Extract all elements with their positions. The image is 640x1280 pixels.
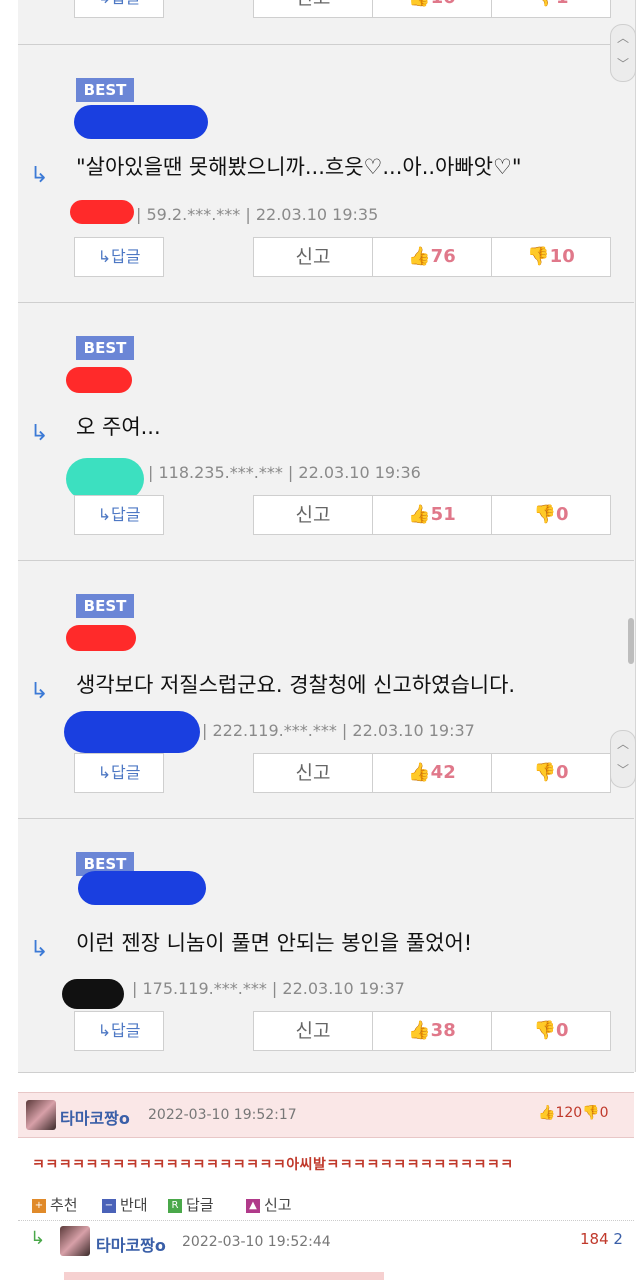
redacted-author (62, 979, 124, 1009)
reply-button[interactable]: R 답글 (168, 1194, 214, 1215)
second-comment-section: 타마코짱o 2022-03-10 19:52:17 👍120👎0 ㅋㅋㅋㅋㅋㅋㅋ… (18, 1092, 634, 1280)
oppose-button[interactable]: − 반대 (102, 1194, 148, 1215)
comment-item: BEST ↳ 생각보다 저질스럽군요. 경찰청에 신고하였습니다. | 222.… (18, 561, 634, 819)
redacted-username (74, 105, 208, 139)
redacted-author (64, 711, 200, 753)
redacted-author (70, 200, 134, 224)
scroll-up-down-button[interactable]: ︿ ﹀ (610, 730, 636, 788)
comment-text: 이런 젠장 니놈이 풀면 안되는 봉인을 풀었어! (76, 931, 473, 955)
plus-icon: + (32, 1198, 46, 1213)
redacted-username (66, 625, 136, 651)
best-badge: BEST (76, 594, 134, 618)
comment-date: 2022-03-10 19:52:44 (182, 1234, 331, 1250)
scrollbar-thumb[interactable] (628, 618, 634, 664)
best-badge: BEST (76, 336, 134, 360)
warning-icon: ▲ (246, 1198, 260, 1213)
upvote-button[interactable]: 👍42 (372, 753, 492, 793)
upvote-button[interactable]: 👍38 (372, 1011, 492, 1051)
report-button[interactable]: 신고 (253, 1011, 373, 1051)
redacted-username (78, 871, 206, 905)
comment-item: BEST ↳ 이런 젠장 니놈이 풀면 안되는 봉인을 풀었어! | 175.1… (18, 819, 634, 1073)
username[interactable]: 타마코짱o (96, 1232, 166, 1256)
scroll-up-down-button[interactable]: ︿ ﹀ (610, 24, 636, 82)
redacted-username (66, 367, 132, 393)
comment-meta: | 59.2.***.*** | 22.03.10 19:35 (136, 205, 379, 224)
thumbs-up-icon: 👍 (408, 0, 430, 8)
thumbs-up-icon: 👍 (538, 1105, 556, 1121)
comment-text: "살아있을땐 못해봤으니까...흐읏♡...아..아빠앗♡" (76, 155, 522, 179)
redacted-author (66, 458, 144, 500)
thumbs-up-icon: 👍 (408, 246, 431, 267)
downvote-button[interactable]: 👎0 (491, 753, 611, 793)
thumbs-down-icon: 👎 (533, 1020, 556, 1041)
comment-date: 2022-03-10 19:52:17 (148, 1107, 297, 1123)
comment-text: ㅋㅋㅋㅋㅋㅋㅋㅋㅋㅋㅋㅋㅋㅋㅋㅋㅋㅋㅋ아씨발ㅋㅋㅋㅋㅋㅋㅋㅋㅋㅋㅋㅋㅋㅋ (32, 1157, 514, 1173)
best-badge: BEST (76, 78, 134, 102)
comment-item: BEST ↳ 오 주여... | 118.235.***.*** | 22.03… (18, 303, 634, 561)
recommend-button[interactable]: + 추천 (32, 1194, 78, 1215)
reply-button[interactable]: ↳답글 (74, 237, 164, 277)
thumbs-up-icon: 👍 (408, 762, 431, 783)
thumbs-down-icon: 👎 (527, 246, 550, 267)
thumbs-down-icon: 👎 (582, 1105, 600, 1121)
reply-icon: R (168, 1198, 182, 1213)
comment-header: 타마코짱o 2022-03-10 19:52:17 👍120👎0 (18, 1092, 634, 1138)
avatar (26, 1100, 56, 1130)
username[interactable]: 타마코짱o (60, 1105, 130, 1129)
reply-button[interactable]: ↳답글 (74, 1011, 164, 1051)
report-button[interactable]: 신고 (253, 237, 373, 277)
reply-arrow-icon: ↳ (30, 937, 49, 962)
comment-text: 오 주여... (76, 415, 161, 439)
avatar (60, 1226, 90, 1256)
downvote-button[interactable]: 👎0 (491, 1011, 611, 1051)
comment-item: BEST ↳ "살아있을땐 못해봤으니까...흐읏♡...아..아빠앗♡" | … (18, 45, 634, 303)
partial-comment-actions: ↳답글 신고 👍10 👎1 (18, 0, 634, 45)
vote-count: 👍120👎0 (538, 1105, 609, 1121)
thumbs-down-icon: 👎 (533, 762, 556, 783)
reply-arrow-icon: ↳ (30, 679, 49, 704)
downvote-button[interactable]: 👎1 (491, 0, 611, 18)
downvote-button[interactable]: 👎0 (491, 495, 611, 535)
thumbs-down-icon: 👎 (533, 504, 556, 525)
vote-count: 184 2 (580, 1230, 623, 1248)
report-button[interactable]: ▲ 신고 (246, 1194, 292, 1215)
divider (18, 1220, 634, 1221)
comment-text: 생각보다 저질스럽군요. 경찰청에 신고하였습니다. (76, 673, 516, 697)
reply-arrow-icon: ↳ (30, 421, 49, 446)
upvote-button[interactable]: 👍10 (372, 0, 492, 18)
reply-button[interactable]: ↳답글 (74, 495, 164, 535)
thumbs-up-icon: 👍 (408, 504, 431, 525)
reply-indent-icon: ↳ (30, 1228, 46, 1249)
report-button[interactable]: 신고 (253, 753, 373, 793)
reply-button[interactable]: ↳답글 (74, 0, 164, 18)
upvote-button[interactable]: 👍76 (372, 237, 492, 277)
comment-meta: | 175.119.***.*** | 22.03.10 19:37 (132, 979, 405, 998)
downvote-button[interactable]: 👎10 (491, 237, 611, 277)
comment-meta: | 222.119.***.*** | 22.03.10 19:37 (202, 721, 475, 740)
thumbs-up-icon: 👍 (408, 1020, 431, 1041)
report-button[interactable]: 신고 (253, 495, 373, 535)
report-button[interactable]: 신고 (253, 0, 373, 18)
thumbs-down-icon: 👎 (534, 0, 556, 8)
minus-icon: − (102, 1198, 116, 1213)
reply-arrow-icon: ↳ (30, 163, 49, 188)
upvote-button[interactable]: 👍51 (372, 495, 492, 535)
reply-button[interactable]: ↳답글 (74, 753, 164, 793)
partial-comment-text (64, 1272, 384, 1280)
comment-meta: | 118.235.***.*** | 22.03.10 19:36 (148, 463, 421, 482)
